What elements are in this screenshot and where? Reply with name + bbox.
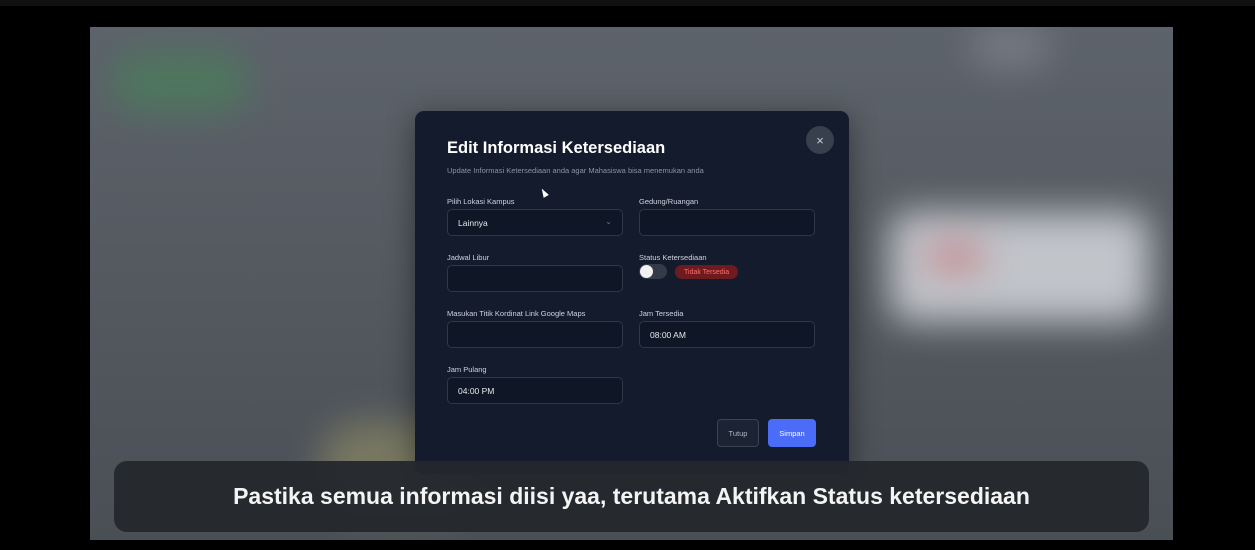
- blurred-top-element: [970, 27, 1050, 67]
- available-time-input[interactable]: 08:00 AM: [639, 321, 815, 348]
- return-time-label: Jam Pulang: [447, 365, 487, 374]
- blurred-red-element: [925, 242, 985, 272]
- mouse-cursor-icon: [539, 187, 549, 198]
- available-time-value: 08:00 AM: [650, 329, 686, 340]
- return-time-input[interactable]: 04:00 PM: [447, 377, 623, 404]
- campus-location-value: Lainnya: [458, 217, 488, 228]
- save-button[interactable]: Simpan: [768, 419, 816, 447]
- modal-title: Edit Informasi Ketersediaan: [447, 139, 666, 157]
- return-time-value: 04:00 PM: [458, 385, 495, 396]
- top-bar: [0, 0, 1255, 6]
- holiday-schedule-label: Jadwal Libur: [447, 253, 490, 262]
- campus-location-select[interactable]: Lainnya ⌄: [447, 209, 623, 236]
- edit-availability-modal: × Edit Informasi Ketersediaan Update Inf…: [415, 111, 849, 474]
- building-room-label: Gedung/Ruangan: [639, 197, 699, 206]
- building-room-input[interactable]: [639, 209, 815, 236]
- subtitle-caption: Pastika semua informasi diisi yaa, terut…: [114, 461, 1149, 532]
- chevron-down-icon: ⌄: [605, 217, 612, 226]
- campus-location-label: Pilih Lokasi Kampus: [447, 197, 515, 206]
- status-badge: Tidak Tersedia: [675, 265, 739, 279]
- close-icon[interactable]: ×: [806, 126, 834, 154]
- close-button[interactable]: Tutup: [717, 419, 759, 447]
- coordinates-label: Masukan Titik Kordinat Link Google Maps: [447, 309, 586, 318]
- availability-status-label: Status Ketersediaan: [639, 253, 707, 262]
- coordinates-input[interactable]: [447, 321, 623, 348]
- available-time-label: Jam Tersedia: [639, 309, 684, 318]
- toggle-knob: [640, 265, 653, 278]
- holiday-schedule-input[interactable]: [447, 265, 623, 292]
- caption-text: Pastika semua informasi diisi yaa, terut…: [233, 483, 1030, 509]
- modal-subtitle: Update Informasi Ketersediaan anda agar …: [447, 166, 704, 175]
- availability-toggle[interactable]: [639, 264, 667, 279]
- blurred-green-element: [110, 52, 250, 112]
